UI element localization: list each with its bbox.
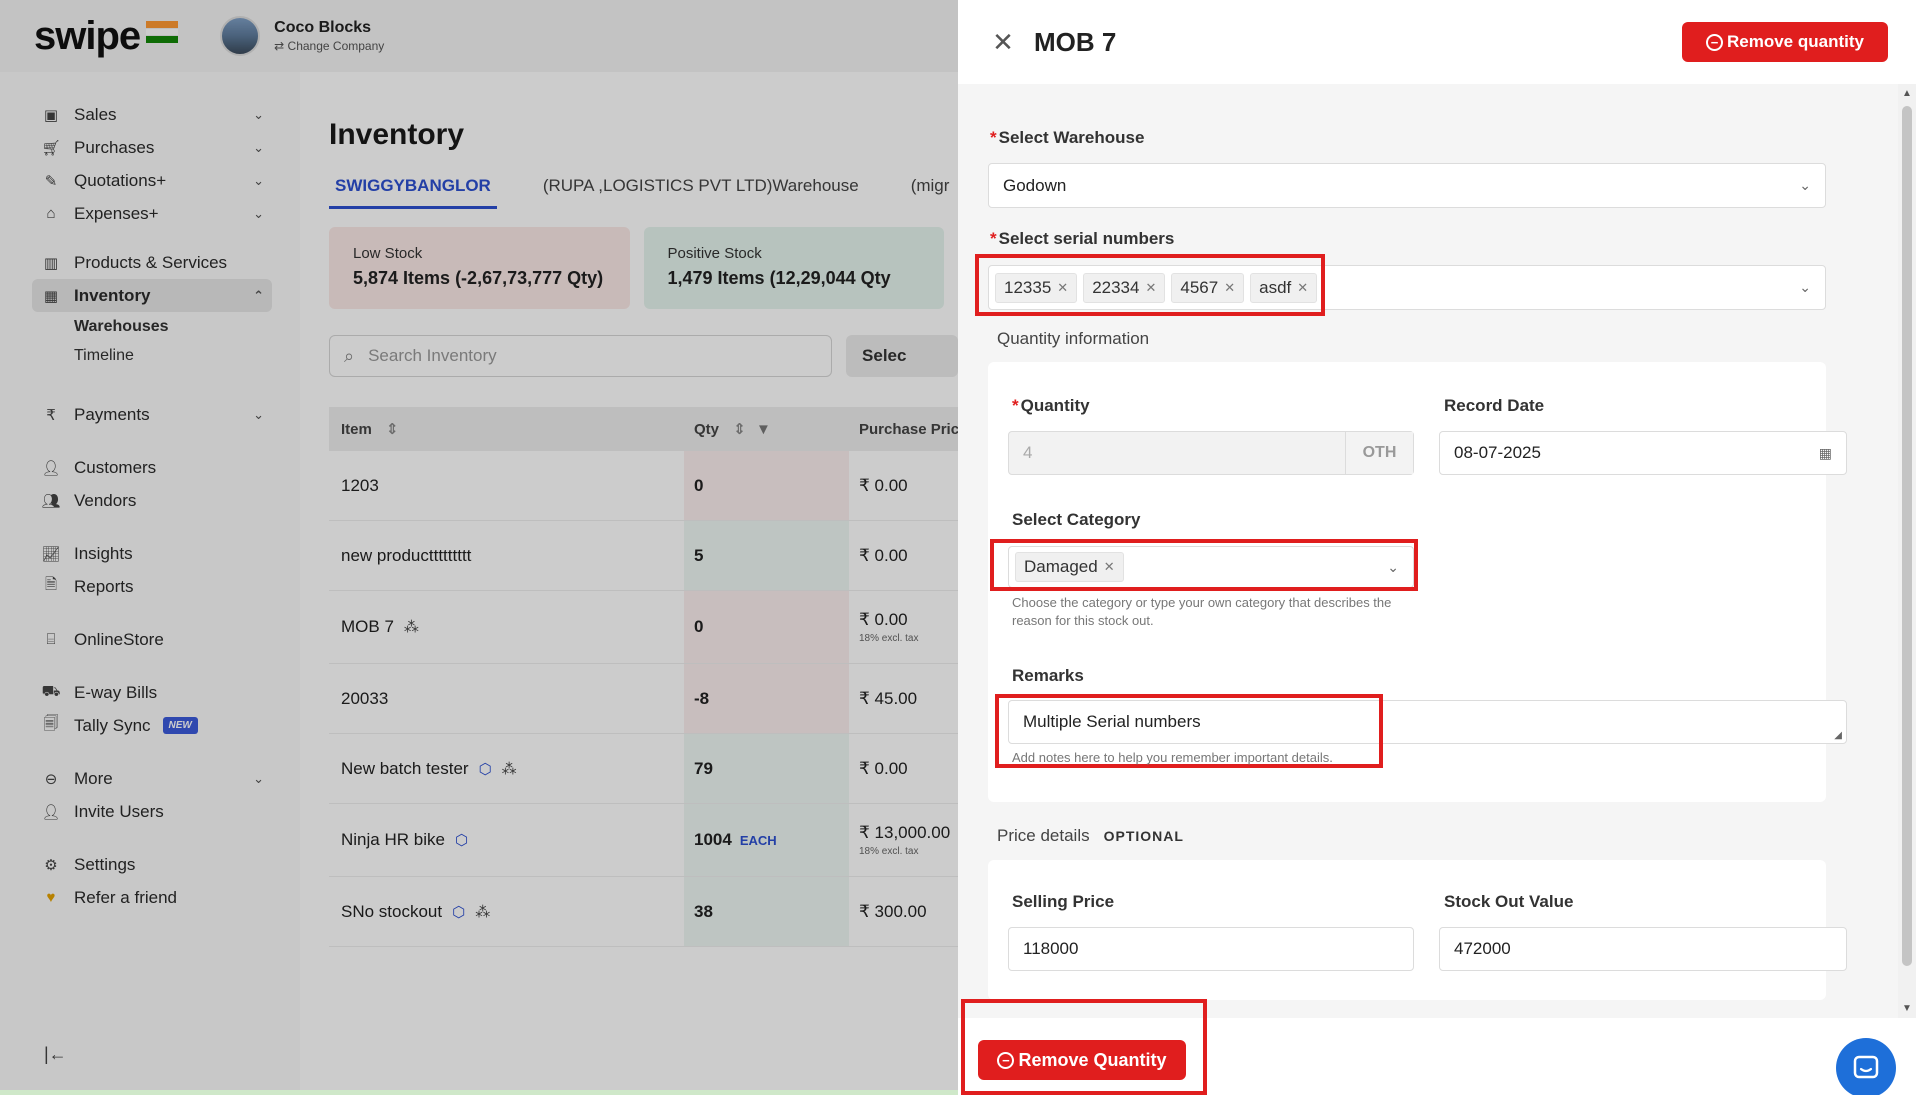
record-date-input[interactable]: 08-07-2025 ▦ xyxy=(1439,431,1847,475)
modal-overlay[interactable] xyxy=(0,0,958,1095)
stock-out-label: Stock Out Value xyxy=(1444,892,1574,911)
highlight-box xyxy=(961,999,1207,1095)
remove-quantity-header-button[interactable]: − Remove quantity xyxy=(1682,22,1888,62)
bottom-strip xyxy=(0,1090,958,1095)
close-icon[interactable]: ✕ xyxy=(990,27,1016,58)
quantity-input[interactable]: 4 OTH xyxy=(1008,431,1414,475)
scroll-down-icon[interactable]: ▼ xyxy=(1902,1003,1912,1014)
highlight-box xyxy=(990,539,1418,591)
stock-out-value: 472000 xyxy=(1454,939,1511,958)
remove-quantity-drawer: ✕ MOB 7 − Remove quantity * Select Wareho… xyxy=(958,0,1916,1095)
warehouse-label: * Select Warehouse xyxy=(990,128,1145,147)
remarks-hint: Add notes here to help you remember impo… xyxy=(1012,750,1333,765)
inventory-app: swipe Coco Blocks ⇄ Change Company ▣ Sale… xyxy=(0,0,958,1095)
record-date-label: Record Date xyxy=(1444,396,1545,415)
calendar-icon[interactable]: ▦ xyxy=(1819,445,1832,462)
resize-handle-icon[interactable]: ◢ xyxy=(1834,730,1842,741)
quantity-unit: OTH xyxy=(1345,432,1413,474)
scroll-thumb[interactable] xyxy=(1902,106,1912,966)
warehouse-value: Godown xyxy=(1003,175,1067,195)
chat-icon xyxy=(1853,1055,1879,1079)
selling-price-value: 118000 xyxy=(1023,939,1079,958)
chevron-down-icon: ⌄ xyxy=(1799,177,1811,193)
scroll-up-icon[interactable]: ▲ xyxy=(1902,88,1912,99)
category-label: Select Category xyxy=(1012,510,1141,529)
selling-price-label: Selling Price xyxy=(1012,892,1115,911)
highlight-box xyxy=(975,254,1325,316)
chat-support-button[interactable] xyxy=(1836,1038,1896,1095)
chevron-down-icon: ⌄ xyxy=(1799,279,1811,295)
selling-price-input[interactable]: 118000 xyxy=(1008,927,1414,971)
stock-out-value-input[interactable]: 472000 xyxy=(1439,927,1847,971)
warehouse-select[interactable]: Godown ⌄ xyxy=(988,163,1826,208)
drawer-header: ✕ MOB 7 − Remove quantity xyxy=(958,0,1916,84)
drawer-footer: − Remove Quantity xyxy=(958,999,1916,1095)
quantity-value: 4 xyxy=(1023,443,1033,462)
record-date-value: 08-07-2025 xyxy=(1454,443,1541,462)
price-section-title: Price details OPTIONAL xyxy=(997,826,1184,845)
quantity-section-title: Quantity information xyxy=(997,329,1150,348)
serials-label: * Select serial numbers xyxy=(990,229,1175,248)
drawer-scrollbar[interactable]: ▲ ▼ xyxy=(1898,84,1916,1018)
minus-circle-icon: − xyxy=(1706,33,1723,51)
quantity-label: * Quantity xyxy=(1012,396,1090,415)
drawer-body: * Select Warehouse Godown ⌄ * Select seria… xyxy=(958,84,1916,1018)
optional-badge: OPTIONAL xyxy=(1103,828,1184,844)
remarks-label: Remarks xyxy=(1012,666,1084,685)
drawer-title: MOB 7 xyxy=(1034,26,1117,57)
category-hint: Choose the category or type your own cat… xyxy=(1012,595,1392,628)
